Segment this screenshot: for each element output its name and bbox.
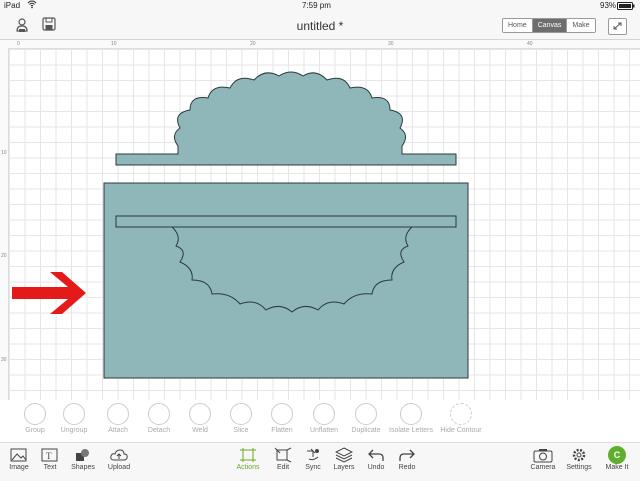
weld-icon [189,403,211,425]
attach-label: Attach [108,427,128,434]
hide-contour-action[interactable]: Hide Contour [435,403,487,434]
redo-icon [390,446,424,464]
make-it-icon: C [608,446,626,464]
camera-icon [526,446,560,464]
slice-label: Slice [233,427,249,434]
weld-label: Weld [192,427,208,434]
undo-label: Undo [367,464,385,471]
undo-button[interactable]: Undo [359,446,393,471]
unflatten-label: Unflatten [309,427,339,434]
camera-button[interactable]: Camera [526,446,560,471]
undo-icon [359,446,393,464]
detach-icon [148,403,170,425]
actions-icon [231,446,265,464]
make-it-label: Make It [605,464,629,471]
settings-label: Settings [566,464,592,471]
actions-label: Actions [236,464,260,471]
layers-button[interactable]: Layers [327,446,361,471]
edit-button[interactable]: Edit [266,446,300,471]
svg-text:T: T [46,451,52,461]
layers-label: Layers [333,464,355,471]
flatten-label: Flatten [271,427,293,434]
duplicate-icon [355,403,377,425]
unflatten-icon [313,403,335,425]
camera-label: Camera [530,464,556,471]
redo-button[interactable]: Redo [390,446,424,471]
ungroup-icon [63,403,85,425]
actions-button[interactable]: Actions [231,446,265,471]
sync-button[interactable]: Sync [296,446,330,471]
hide-contour-label: Hide Contour [440,427,482,434]
upload-button[interactable]: Upload [102,446,136,471]
hide-contour-icon [450,403,472,425]
make-it-button[interactable]: C Make It [600,446,634,471]
flatten-icon [271,403,293,425]
duplicate-action[interactable]: Duplicate [341,403,391,434]
shapes-button[interactable]: Shapes [66,446,100,471]
text-button[interactable]: T Text [33,446,67,471]
isolate-letters-action[interactable]: Isolate Letters [385,403,437,434]
slice-icon [230,403,252,425]
actions-panel: Group Ungroup Attach Detach Weld Slice F… [0,400,640,442]
detach-label: Detach [147,427,171,434]
red-arrow-icon [12,272,86,314]
image-icon [2,446,36,464]
sync-icon [296,446,330,464]
group-icon [24,403,46,425]
inner-bar-shape[interactable] [115,215,457,228]
layers-icon [327,446,361,464]
isolate-letters-label: Isolate Letters [389,427,433,434]
isolate-letters-icon [400,403,422,425]
settings-button[interactable]: Settings [562,446,596,471]
text-label: Text [43,464,57,471]
text-icon: T [33,446,67,464]
sync-label: Sync [305,464,321,471]
shapes-label: Shapes [71,464,95,471]
edit-label: Edit [276,464,290,471]
edit-icon [266,446,300,464]
scalloped-half-circle-shape[interactable] [115,71,457,166]
image-button[interactable]: Image [2,446,36,471]
upload-label: Upload [107,464,131,471]
image-label: Image [9,464,29,471]
attach-icon [107,403,129,425]
gear-icon [562,446,596,464]
redo-label: Redo [398,464,416,471]
duplicate-label: Duplicate [351,427,381,434]
rectangle-card-shape[interactable] [103,182,469,379]
shapes-icon [66,446,100,464]
group-label: Group [25,427,45,434]
upload-cloud-icon [102,446,136,464]
ungroup-label: Ungroup [60,427,88,434]
bottom-toolbar: Image T Text Shapes Upload Actions Edit … [0,442,640,481]
ungroup-action[interactable]: Ungroup [49,403,99,434]
